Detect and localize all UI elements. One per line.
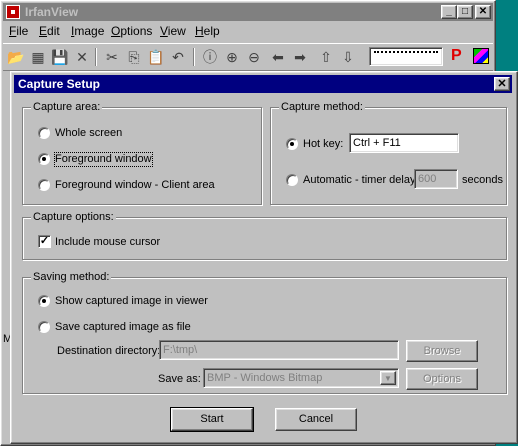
foreground-window-radio[interactable] xyxy=(38,153,50,165)
menu-help[interactable]: Help xyxy=(195,22,220,41)
save-as-format-select[interactable]: BMP - Windows Bitmap ▼ xyxy=(203,368,399,388)
saving-method-legend: Saving method: xyxy=(31,271,112,284)
capture-options-group: Capture options: ✓ Include mouse cursor xyxy=(22,211,507,260)
cancel-button[interactable]: Cancel xyxy=(275,408,357,431)
options-button[interactable]: Options xyxy=(406,368,478,390)
automatic-timer-label[interactable]: Automatic - timer delay: xyxy=(303,174,419,187)
irfanview-title: IrfanView xyxy=(25,5,79,19)
browse-button[interactable]: Browse xyxy=(406,340,478,362)
menu-edit[interactable]: Edit xyxy=(39,22,60,41)
page-number-box[interactable] xyxy=(369,47,443,66)
irfanview-app-icon xyxy=(6,5,20,19)
minimize-button[interactable]: _ xyxy=(441,5,457,19)
include-mouse-cursor-checkbox[interactable]: ✓ xyxy=(38,235,51,248)
dialog-close-button[interactable]: ✕ xyxy=(494,77,510,91)
capture-method-group: Capture method: Hot key: Ctrl + F11 Auto… xyxy=(270,101,507,205)
zoom-out-icon[interactable]: ⊖ xyxy=(245,48,263,66)
whole-screen-radio[interactable] xyxy=(38,127,50,139)
include-mouse-cursor-label[interactable]: Include mouse cursor xyxy=(55,236,160,249)
dialog-title: Capture Setup xyxy=(18,77,101,91)
open-folder-icon[interactable]: 📂 xyxy=(7,48,25,66)
show-in-viewer-radio[interactable] xyxy=(38,295,50,307)
chevron-down-icon[interactable]: ▼ xyxy=(380,371,396,385)
maximize-button[interactable]: □ xyxy=(457,5,473,19)
hot-key-radio[interactable] xyxy=(286,138,298,150)
paste-icon[interactable]: 📋 xyxy=(147,48,165,66)
show-in-viewer-label[interactable]: Show captured image in viewer xyxy=(55,295,208,308)
foreground-client-area-label[interactable]: Foreground window - Client area xyxy=(55,179,215,192)
dialog-titlebar[interactable]: Capture Setup ✕ xyxy=(14,75,512,93)
close-button[interactable]: ✕ xyxy=(475,5,491,19)
automatic-timer-radio[interactable] xyxy=(286,174,298,186)
menu-image[interactable]: Image xyxy=(71,22,104,41)
start-button[interactable]: Start xyxy=(170,407,254,432)
save-as-format-value: BMP - Windows Bitmap xyxy=(207,372,323,384)
capture-setup-dialog: Capture Setup ✕ Capture area: Whole scre… xyxy=(10,71,518,444)
toolbar: 📂 ▦ 💾 ✕ ✂ ⎘ 📋 ↶ ⓘ ⊕ ⊖ ⬅ ➡ ⇧ ⇩ P xyxy=(3,43,493,71)
menu-file[interactable]: File xyxy=(9,22,28,41)
next-icon[interactable]: ➡ xyxy=(291,48,309,66)
menu-bar: File Edit Image Options View Help xyxy=(3,22,493,41)
save-as-label: Save as: xyxy=(158,373,201,385)
last-page-icon[interactable]: ⇩ xyxy=(339,48,357,66)
foreground-client-area-radio[interactable] xyxy=(38,179,50,191)
destination-directory-label: Destination directory: xyxy=(57,345,161,357)
save-as-file-radio[interactable] xyxy=(38,321,50,333)
first-page-icon[interactable]: ⇧ xyxy=(317,48,335,66)
hot-key-label[interactable]: Hot key: xyxy=(303,138,343,151)
saving-method-group: Saving method: Show captured image in vi… xyxy=(22,271,507,394)
previous-icon[interactable]: ⬅ xyxy=(269,48,287,66)
toolbar-separator xyxy=(95,48,97,66)
capture-method-legend: Capture method: xyxy=(279,101,365,114)
save-as-file-label[interactable]: Save captured image as file xyxy=(55,321,191,334)
menu-options[interactable]: Options xyxy=(111,22,152,41)
menu-view[interactable]: View xyxy=(160,22,186,41)
cut-icon[interactable]: ✂ xyxy=(103,48,121,66)
save-icon[interactable]: 💾 xyxy=(51,48,69,66)
slideshow-icon[interactable]: ▦ xyxy=(29,48,47,66)
undo-icon[interactable]: ↶ xyxy=(169,48,187,66)
whole-screen-label[interactable]: Whole screen xyxy=(55,127,122,140)
timer-delay-input[interactable]: 600 xyxy=(414,169,458,189)
capture-area-group: Capture area: Whole screen Foreground wi… xyxy=(22,101,262,205)
delete-icon[interactable]: ✕ xyxy=(73,48,91,66)
info-icon[interactable]: ⓘ xyxy=(201,48,219,66)
paint-p-icon[interactable]: P xyxy=(451,46,467,66)
hot-key-input[interactable]: Ctrl + F11 xyxy=(349,133,459,153)
irfanview-titlebar[interactable]: IrfanView _ □ ✕ xyxy=(3,3,493,21)
capture-options-legend: Capture options: xyxy=(31,211,116,224)
copy-icon[interactable]: ⎘ xyxy=(125,48,143,66)
toolbar-separator xyxy=(193,48,195,66)
paint-dialog-icon[interactable] xyxy=(473,48,489,64)
capture-area-legend: Capture area: xyxy=(31,101,103,114)
destination-directory-input[interactable]: F:\tmp\ xyxy=(159,340,399,360)
seconds-label: seconds xyxy=(462,174,503,186)
zoom-in-icon[interactable]: ⊕ xyxy=(223,48,241,66)
foreground-window-label[interactable]: Foreground window xyxy=(54,152,153,167)
